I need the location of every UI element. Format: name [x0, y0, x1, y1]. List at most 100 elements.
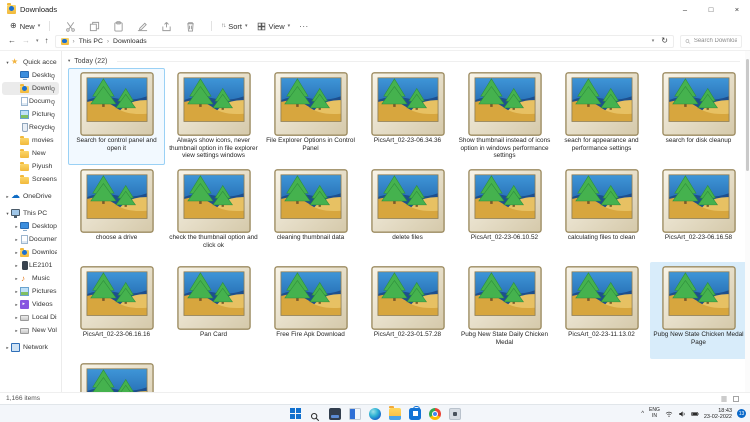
- volume-icon[interactable]: [678, 410, 686, 418]
- chrome-icon[interactable]: [429, 408, 441, 420]
- cut-icon[interactable]: [65, 21, 76, 32]
- chevron-right-icon[interactable]: ▸: [13, 289, 20, 295]
- sidebar-item-quick-access[interactable]: ▾Quick access: [2, 56, 59, 69]
- file-item-cleaning-thumbnail-data[interactable]: cleaning thumbnail data: [262, 165, 359, 262]
- app-gray-icon[interactable]: [449, 408, 461, 420]
- sidebar-item-movies[interactable]: movies: [2, 134, 59, 147]
- sidebar-item-documents[interactable]: ▸Documents: [2, 233, 59, 246]
- file-item-picsart-02-23-01-57-28[interactable]: PicsArt_02-23-01.57.28: [359, 262, 456, 359]
- file-item[interactable]: [68, 359, 165, 392]
- vertical-scrollbar[interactable]: [745, 51, 750, 392]
- app-dark-icon[interactable]: [329, 408, 341, 420]
- breadcrumb-downloads[interactable]: Downloads: [113, 38, 147, 45]
- file-item-pubg-new-state-chicken-medal-p[interactable]: Pubg New State Chicken Medal Page: [650, 262, 747, 359]
- up-button[interactable]: ↑: [45, 37, 49, 45]
- chevron-down-icon[interactable]: ▾: [4, 60, 11, 66]
- sidebar-item-recycle-bin[interactable]: Recycle Bin: [2, 121, 59, 134]
- chevron-right-icon[interactable]: ▸: [13, 328, 20, 334]
- address-field[interactable]: › This PC › Downloads ▾ ↻: [55, 35, 674, 48]
- file-explorer-icon[interactable]: [389, 408, 401, 420]
- sidebar-item-local-disk-c[interactable]: ▸Local Disk (C:): [2, 311, 59, 324]
- taskbar-clock[interactable]: 18:43 23-02-2022: [704, 408, 732, 420]
- sidebar-item-downloads[interactable]: Downloads: [2, 82, 59, 95]
- language-indicator[interactable]: ENG IN: [649, 408, 660, 419]
- sidebar-item-screenshots[interactable]: Screenshots: [2, 173, 59, 186]
- sidebar-item-videos[interactable]: ▸Videos: [2, 298, 59, 311]
- maximize-button[interactable]: □: [698, 0, 724, 18]
- sidebar-item-pictures[interactable]: ▸Pictures: [2, 285, 59, 298]
- file-item-pan-card[interactable]: Pan Card: [165, 262, 262, 359]
- minimize-button[interactable]: –: [672, 0, 698, 18]
- sidebar-item-documents[interactable]: Documents: [2, 95, 59, 108]
- thumbnails-view-icon[interactable]: [732, 395, 740, 403]
- notification-badge[interactable]: 13: [737, 409, 746, 418]
- back-button[interactable]: ←: [8, 37, 16, 45]
- chevron-right-icon[interactable]: ▸: [13, 237, 20, 243]
- search-icon[interactable]: [309, 408, 321, 420]
- details-view-icon[interactable]: [720, 395, 728, 403]
- chevron-right-icon[interactable]: ▸: [13, 250, 20, 256]
- breadcrumb-this-pc[interactable]: This PC: [79, 38, 103, 45]
- sidebar-item-new-volume-d[interactable]: ▸New Volume (D:): [2, 324, 59, 337]
- sidebar-item-network[interactable]: ▸Network: [2, 341, 59, 354]
- file-item-delete-files[interactable]: delete files: [359, 165, 456, 262]
- file-item-show-thumbnail-instead-of-icon[interactable]: Show thumbnail instead of icons option i…: [456, 68, 553, 165]
- sidebar-item-piyush[interactable]: Piyush: [2, 160, 59, 173]
- view-button[interactable]: View ▾: [257, 22, 291, 31]
- file-item-calculating-files-to-clean[interactable]: calculating files to clean: [553, 165, 650, 262]
- forward-button[interactable]: →: [22, 37, 30, 45]
- edge-icon[interactable]: [369, 408, 381, 420]
- sidebar-item-desktop[interactable]: Desktop: [2, 69, 59, 82]
- paste-icon[interactable]: [113, 21, 124, 32]
- sidebar-item-le2101[interactable]: ▸LE2101: [2, 259, 59, 272]
- recent-locations-button[interactable]: ▾: [36, 37, 39, 45]
- file-item-picsart-02-23-06-34-36[interactable]: PicsArt_02-23-06.34.36: [359, 68, 456, 165]
- chevron-right-icon[interactable]: ▸: [4, 345, 11, 351]
- search-box[interactable]: [680, 35, 742, 48]
- close-button[interactable]: ×: [724, 0, 750, 18]
- wifi-icon[interactable]: [665, 410, 673, 418]
- file-item-picsart-02-23-06-10-52[interactable]: PicsArt_02-23-06.10.52: [456, 165, 553, 262]
- rename-icon[interactable]: [137, 21, 148, 32]
- file-item-always-show-icons-never-thumbn[interactable]: Always show icons, never thumbnail optio…: [165, 68, 262, 165]
- file-item-search-for-control-panel-and-o[interactable]: Search for control panel and open it: [68, 68, 165, 165]
- tray-chevron-icon[interactable]: ^: [641, 411, 644, 417]
- sidebar-item-onedrive[interactable]: ▸OneDrive: [2, 190, 59, 203]
- more-options-button[interactable]: ···: [299, 22, 309, 31]
- sidebar-item-new[interactable]: New: [2, 147, 59, 160]
- share-icon[interactable]: [161, 21, 172, 32]
- refresh-icon[interactable]: ↻: [661, 37, 668, 45]
- group-header[interactable]: ▾ Today (22): [68, 55, 750, 67]
- file-item-file-explorer-options-in-contr[interactable]: File Explorer Options in Control Panel: [262, 68, 359, 165]
- scrollbar-thumb[interactable]: [746, 59, 749, 171]
- file-item-free-fire-apk-download[interactable]: Free Fire Apk Download: [262, 262, 359, 359]
- chevron-right-icon[interactable]: ▸: [13, 263, 20, 269]
- sort-button[interactable]: ↑↓ Sort ▾: [221, 22, 247, 31]
- sidebar-item-pictures[interactable]: Pictures: [2, 108, 59, 121]
- start-icon[interactable]: [289, 408, 301, 420]
- file-item-picsart-02-23-11-13-02[interactable]: PicsArt_02-23-11.13.02: [553, 262, 650, 359]
- store-icon[interactable]: [409, 408, 421, 420]
- sidebar-item-music[interactable]: ▸Music: [2, 272, 59, 285]
- delete-icon[interactable]: [185, 21, 196, 32]
- file-item-picsart-02-23-06-16-16[interactable]: PicsArt_02-23-06.16.16: [68, 262, 165, 359]
- chevron-right-icon[interactable]: ▸: [13, 315, 20, 321]
- sidebar-item-downloads[interactable]: ▸Downloads: [2, 246, 59, 259]
- chevron-right-icon[interactable]: ▸: [13, 276, 20, 282]
- sidebar-item-this-pc[interactable]: ▾This PC: [2, 207, 59, 220]
- copy-icon[interactable]: [89, 21, 100, 32]
- battery-icon[interactable]: [691, 410, 699, 418]
- chevron-right-icon[interactable]: ▸: [4, 194, 11, 200]
- chevron-right-icon[interactable]: ▸: [13, 302, 20, 308]
- sidebar-item-desktop[interactable]: ▸Desktop: [2, 220, 59, 233]
- search-input[interactable]: [694, 38, 737, 44]
- file-item-seach-for-appearance-and-perfo[interactable]: seach for appearance and performance set…: [553, 68, 650, 165]
- address-dropdown-icon[interactable]: ▾: [652, 37, 655, 45]
- file-item-check-the-thumbnail-option-and[interactable]: check the thumbnail option and click ok: [165, 165, 262, 262]
- app-split-icon[interactable]: [349, 408, 361, 420]
- file-item-picsart-02-23-06-16-58[interactable]: PicsArt_02-23-06.16.58: [650, 165, 747, 262]
- chevron-right-icon[interactable]: ▸: [13, 224, 20, 230]
- file-item-search-for-disk-cleanup[interactable]: search for disk cleanup: [650, 68, 747, 165]
- file-item-choose-a-drive[interactable]: choose a drive: [68, 165, 165, 262]
- new-button[interactable]: ⊕ New ▾: [10, 22, 40, 31]
